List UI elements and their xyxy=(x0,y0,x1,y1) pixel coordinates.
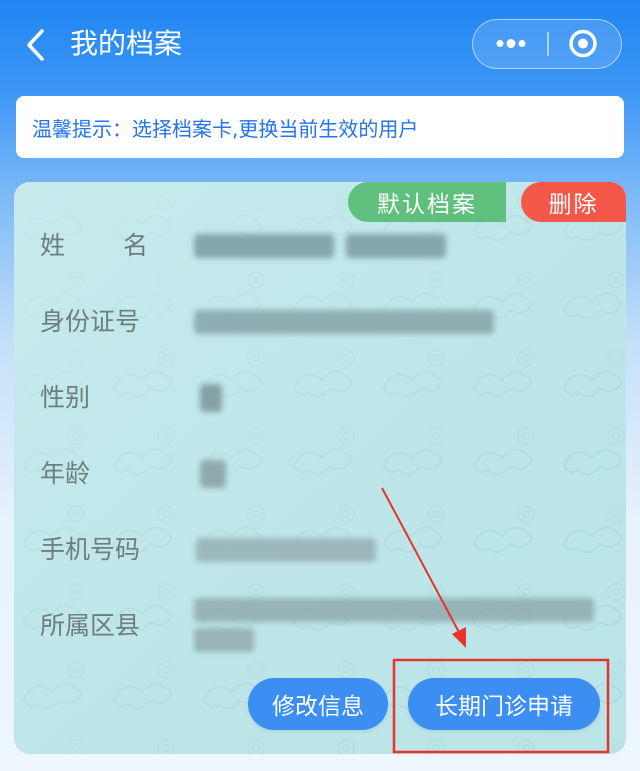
blurred-value xyxy=(194,598,594,622)
mini-program-capsule xyxy=(472,19,622,69)
field-label-phone: 手机号码 xyxy=(40,535,141,564)
long-term-clinic-apply-button[interactable]: 长期门诊申请 xyxy=(408,678,600,730)
tip-text: 温馨提示：选择档案卡,更换当前生效的用户 xyxy=(32,116,419,141)
edit-info-button[interactable]: 修改信息 xyxy=(248,678,388,730)
nav-bar: 我的档案 xyxy=(0,0,640,92)
blurred-value xyxy=(194,310,494,334)
blurred-value xyxy=(194,628,254,652)
field-row-id-number: 身份证号 xyxy=(40,302,600,342)
field-label-char: 姓 xyxy=(40,231,66,260)
field-label-char: 名 xyxy=(122,231,148,260)
profile-card[interactable]: 默认档案 删除 姓名 身份证号 性别 年龄 手机号码 所属区县 xyxy=(14,182,626,754)
field-row-name: 姓名 xyxy=(40,226,600,266)
delete-button[interactable]: 删除 xyxy=(521,182,626,222)
field-label-id-number: 身份证号 xyxy=(40,307,141,336)
blurred-value xyxy=(200,460,226,488)
more-dots-icon[interactable] xyxy=(473,20,547,67)
page-title: 我的档案 xyxy=(70,27,183,60)
tip-banner: 温馨提示：选择档案卡,更换当前生效的用户 xyxy=(16,96,624,158)
field-label-district: 所属区县 xyxy=(40,611,141,640)
blurred-value xyxy=(194,234,334,258)
field-row-gender: 性别 xyxy=(40,378,600,418)
field-label-age: 年龄 xyxy=(40,459,91,488)
blurred-value xyxy=(346,234,446,258)
blurred-value xyxy=(200,384,222,412)
back-arrow-icon[interactable] xyxy=(22,28,50,62)
blurred-value xyxy=(196,538,376,562)
field-label-name: 姓名 xyxy=(40,226,148,266)
field-row-district: 所属区县 xyxy=(40,598,600,652)
close-target-icon[interactable] xyxy=(549,20,621,67)
field-row-phone: 手机号码 xyxy=(40,530,600,570)
default-profile-badge[interactable]: 默认档案 xyxy=(348,182,506,222)
field-label-gender: 性别 xyxy=(40,383,91,412)
field-row-age: 年龄 xyxy=(40,454,600,494)
